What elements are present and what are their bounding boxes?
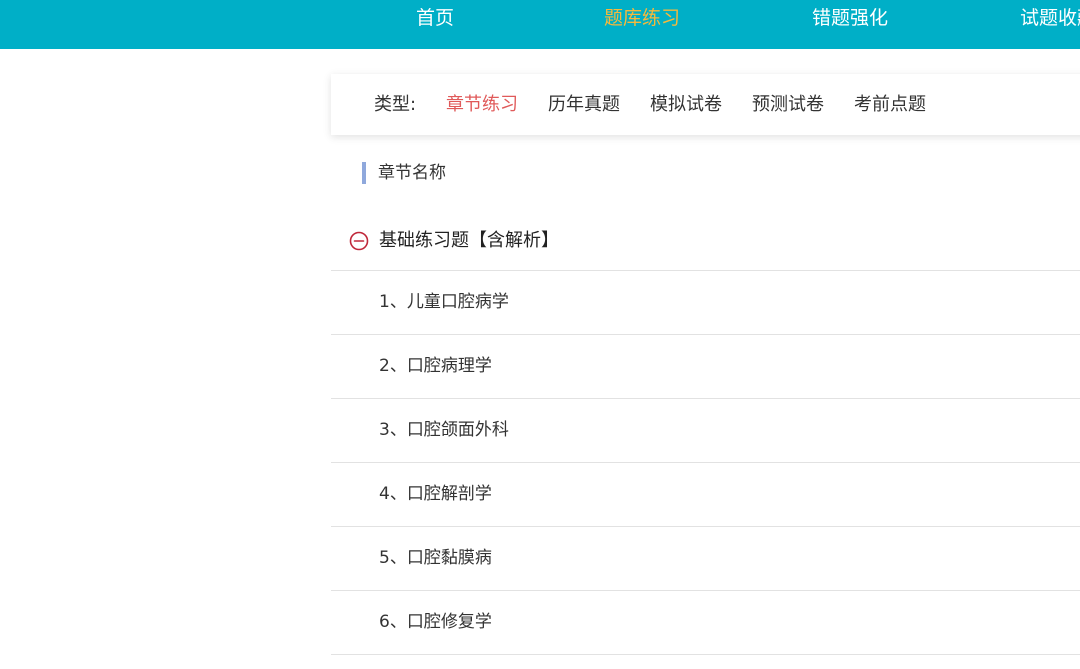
chapter-item-label: 5、口腔黏膜病: [379, 548, 492, 568]
type-option-mock-papers[interactable]: 模拟试卷: [650, 93, 722, 117]
chapter-item-label: 1、儿童口腔病学: [379, 292, 509, 312]
chapter-item-label: 2、口腔病理学: [379, 356, 492, 376]
type-option-chapter-practice[interactable]: 章节练习: [446, 93, 518, 117]
list-item[interactable]: 2、口腔病理学: [331, 335, 1080, 399]
list-item[interactable]: 6、口腔修复学: [331, 591, 1080, 655]
nav-item-home[interactable]: 首页: [416, 6, 454, 30]
chapter-group-header[interactable]: 基础练习题【含解析】: [331, 214, 1080, 271]
minus-circle-icon[interactable]: [349, 231, 369, 251]
list-item[interactable]: 3、口腔颌面外科: [331, 399, 1080, 463]
section-title: 章节名称: [362, 162, 446, 184]
chapter-item-label: 4、口腔解剖学: [379, 484, 492, 504]
chapter-list: 1、儿童口腔病学 2、口腔病理学 3、口腔颌面外科 4、口腔解剖学 5、口腔黏膜…: [331, 271, 1080, 655]
chapter-item-label: 6、口腔修复学: [379, 612, 492, 632]
type-filter-label: 类型:: [374, 94, 417, 115]
type-option-prediction-papers[interactable]: 预测试卷: [752, 93, 824, 117]
list-item[interactable]: 5、口腔黏膜病: [331, 527, 1080, 591]
chapter-item-label: 3、口腔颌面外科: [379, 420, 509, 440]
nav-item-favorites[interactable]: 试题收藏: [1020, 6, 1080, 30]
list-item[interactable]: 4、口腔解剖学: [331, 463, 1080, 527]
list-item[interactable]: 1、儿童口腔病学: [331, 271, 1080, 335]
nav-item-wrong-questions[interactable]: 错题强化: [812, 6, 888, 30]
top-navigation-bar: 首页 题库练习 错题强化 试题收藏: [0, 0, 1080, 49]
type-option-pre-exam-points[interactable]: 考前点题: [854, 93, 926, 117]
type-option-past-exams[interactable]: 历年真题: [548, 93, 620, 117]
type-filter-bar: 类型: 章节练习 历年真题 模拟试卷 预测试卷 考前点题: [331, 74, 1080, 135]
nav-item-question-bank[interactable]: 题库练习: [604, 6, 680, 30]
chapter-group-title: 基础练习题【含解析】: [379, 230, 559, 251]
